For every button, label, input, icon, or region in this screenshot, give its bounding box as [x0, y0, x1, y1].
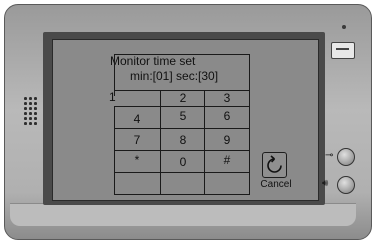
key-5[interactable]: 5 [161, 107, 205, 124]
keypad-row-line-2 [114, 128, 250, 129]
key-hash[interactable]: # [205, 151, 249, 168]
key-4[interactable]: 4 [115, 110, 159, 127]
refresh-icon [262, 152, 287, 178]
key-3[interactable]: 3 [205, 89, 249, 106]
key-icon: ⊸ [325, 150, 334, 161]
monitor-time-value: min:[01] sec:[30] [130, 69, 219, 83]
speaker-grille-icon [24, 97, 40, 131]
panel-border-top [114, 54, 250, 55]
talk-button[interactable] [337, 176, 355, 194]
key-6[interactable]: 6 [205, 107, 249, 124]
key-7[interactable]: 7 [115, 131, 159, 148]
keypad-bottom-border [114, 194, 250, 195]
keypad-row-line-4 [114, 172, 250, 173]
key-9[interactable]: 9 [205, 131, 249, 148]
card-icon [331, 42, 355, 59]
key-2[interactable]: 2 [161, 89, 205, 106]
key-star[interactable]: * [115, 151, 159, 168]
page-title: Monitor time set [110, 54, 196, 68]
key-8[interactable]: 8 [161, 131, 205, 148]
cancel-label: Cancel [260, 179, 292, 190]
keypad-row-line-1b [114, 106, 160, 107]
panel-border-right [249, 54, 250, 195]
key-0[interactable]: 0 [161, 153, 205, 170]
cancel-button[interactable]: Cancel [256, 152, 296, 194]
unlock-button[interactable] [337, 148, 355, 166]
indicator-led [342, 25, 346, 29]
speaker-icon: 🔊︎ [322, 178, 329, 189]
device-bottom-bezel [10, 203, 356, 226]
